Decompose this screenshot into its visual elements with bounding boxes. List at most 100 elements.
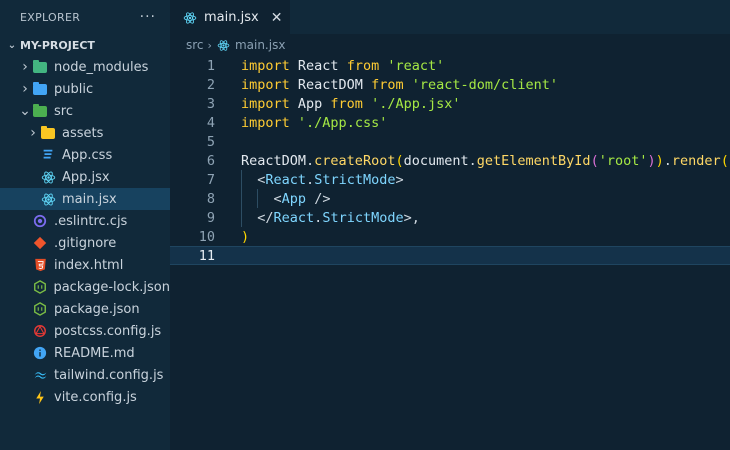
code-token: App [289,95,331,112]
code-editor[interactable]: 1 import React from 'react' 2 import ReactD… [170,56,730,265]
file-tree-item-label: .gitignore [54,235,117,251]
file-tree-item[interactable]: index.html [0,254,170,276]
code-token: ( [395,152,404,169]
code-line[interactable]: 3 import App from './App.jsx' [170,94,730,113]
file-tree-item[interactable]: main.jsx [0,188,170,210]
code-line[interactable]: 10) [170,227,730,246]
line-number: 5 [206,133,215,150]
explorer-title: EXPLORER [20,10,81,24]
code-token: from [330,95,363,112]
file-tree-item-label: App.jsx [62,169,110,185]
code-token: ReactDOM [241,152,307,169]
code-token: ) [655,152,664,169]
line-number: 1 [206,57,215,74]
explorer-sidebar: EXPLORER ··· ⌄ MY-PROJECT › node_modules ›… [0,0,170,450]
breadcrumb-folder[interactable]: src [186,38,204,52]
file-tree-item-label: App.css [62,147,113,163]
code-text: import ReactDOM from 'react-dom/client' [241,77,558,93]
file-tree-item[interactable]: package.json [0,298,170,320]
chevron-right-icon: › [22,59,28,75]
line-number: 8 [206,190,215,207]
code-line[interactable]: 7 <React.StrictMode> [170,170,730,189]
code-line[interactable]: 8 <App /> [170,189,730,208]
file-tree-item[interactable]: › public [0,78,170,100]
code-token: React [289,57,347,74]
file-tree-item[interactable]: App.css [0,144,170,166]
line-number: 11 [198,247,215,264]
code-line[interactable]: 11 [170,246,730,265]
file-tree-item-label: package.json [54,301,140,317]
file-tree-item[interactable]: › node_modules [0,56,170,78]
file-tree-item-label: postcss.config.js [54,323,162,339]
tab-bar: main.jsx ✕ [170,0,730,34]
folder-icon [32,103,48,119]
code-token: ReactDOM [289,76,372,93]
file-tree-item[interactable]: .eslintrc.cjs [0,210,170,232]
code-token: ( [590,152,599,169]
code-token: 'root' [598,152,648,169]
code-token: import [241,57,290,74]
file-tree-item-label: vite.config.js [54,389,137,405]
code-line[interactable]: 9 </React.StrictMode>, [170,208,730,227]
code-token: 'react-dom/client' [411,76,559,93]
code-token: from [371,76,404,93]
file-tree-item[interactable]: ⌄ src [0,100,170,122]
tailwind-icon [32,367,48,383]
code-token: StrictMode [322,209,404,226]
file-tree-item[interactable]: .gitignore [0,232,170,254]
file-tree-item[interactable]: package-lock.json [0,276,170,298]
file-tree-item-label: public [54,81,94,97]
close-icon[interactable]: ✕ [271,10,283,26]
code-token: React [265,171,307,188]
line-number: 9 [206,209,215,226]
nodejs-icon [32,279,48,295]
react-icon [40,191,56,207]
tab-main-jsx[interactable]: main.jsx ✕ [170,0,291,34]
code-line[interactable]: 2 import ReactDOM from 'react-dom/client' [170,75,730,94]
react-icon [40,169,56,185]
code-text: </React.StrictMode>, [241,210,420,226]
code-text: <React.StrictMode> [241,171,404,188]
code-token: './App.jsx' [371,95,461,112]
file-tree-item-label: tailwind.config.js [54,367,164,383]
code-line[interactable]: 4 import './App.css' [170,113,730,132]
file-tree-item[interactable]: postcss.config.js [0,320,170,342]
code-token: from [346,57,380,74]
file-tree-item[interactable]: tailwind.config.js [0,364,170,386]
line-number: 4 [206,114,215,131]
code-token: </ [257,209,274,226]
file-tree-item[interactable]: App.jsx [0,166,170,188]
code-text: import App from './App.jsx' [241,96,460,112]
breadcrumb: src › main.jsx [170,34,730,56]
project-root[interactable]: ⌄ MY-PROJECT [0,34,170,56]
code-token: import [241,95,290,112]
file-tree-item[interactable]: › assets [0,122,170,144]
code-line[interactable]: 1 import React from 'react' [170,56,730,75]
code-token: > [395,171,404,188]
explorer-header: EXPLORER ··· [0,0,170,34]
code-text: ) [241,229,249,245]
code-token: . [663,152,672,169]
more-actions-icon[interactable]: ··· [140,9,156,25]
folder-icon [32,81,48,97]
file-tree-item-label: main.jsx [62,191,117,207]
file-tree-item[interactable]: vite.config.js [0,386,170,408]
file-tree-item-label: README.md [54,345,135,361]
folder-icon [32,59,48,75]
code-token: ) [647,152,656,169]
code-token: document [403,152,469,169]
code-token: import [241,114,290,131]
line-number: 10 [198,228,215,245]
eslint-icon [32,213,48,229]
react-icon [216,37,232,53]
breadcrumb-file[interactable]: main.jsx [235,38,285,52]
code-text: ReactDOM.createRoot(document.getElementB… [241,153,729,169]
file-tree-item[interactable]: README.md [0,342,170,364]
code-line[interactable]: 5 [170,132,730,151]
code-line[interactable]: 6 ReactDOM.createRoot(document.getElement… [170,151,730,170]
